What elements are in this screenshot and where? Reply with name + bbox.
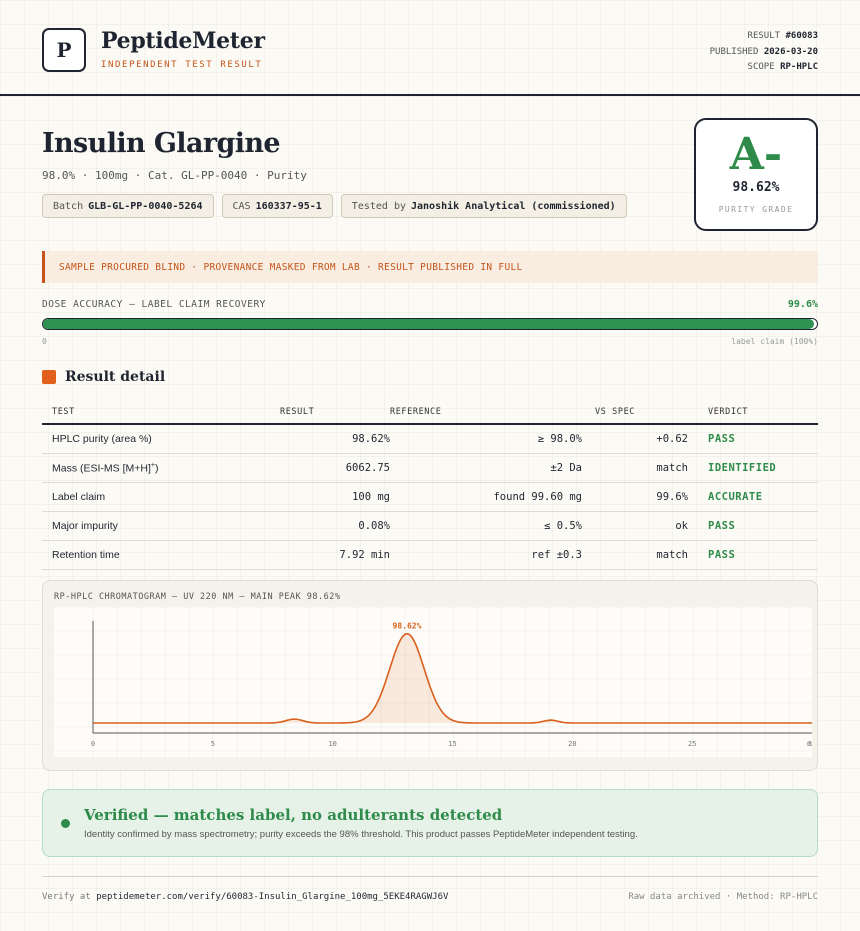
product-subtitle: 98.0% · 100mg · Cat. GL-PP-0040 · Purity <box>42 169 307 182</box>
cell-result: 0.08% <box>276 511 390 541</box>
x-tick-label: 20 <box>568 740 576 748</box>
cell-verdict: PASS <box>688 511 818 541</box>
info-chips: Batch GLB-GL-PP-0040-5264 CAS 160337-95-1 … <box>42 194 627 218</box>
result-id-line: RESULT #60083 <box>747 31 818 41</box>
cell-reference: ≥ 98.0% <box>390 424 582 454</box>
cell-reference: ref ±0.3 <box>390 540 582 570</box>
x-tick-label: 0 <box>91 740 95 748</box>
brand-name: PeptideMeter <box>101 28 265 54</box>
col-header-vs-spec: VS SPEC <box>582 400 688 425</box>
cell-test: Major impurity <box>42 511 276 541</box>
results-table: TEST RESULT REFERENCE VS SPEC VERDICT HP… <box>42 400 818 570</box>
dose-progress-bar <box>42 318 818 330</box>
dose-bar-min-label: 0 <box>42 337 47 346</box>
cell-test: Mass (ESI-MS [M+H]+) <box>42 453 276 483</box>
cas-chip: CAS 160337-95-1 <box>221 194 333 218</box>
verify-link-line: Verify at peptidemeter.com/verify/60083-… <box>42 892 449 902</box>
verify-url-link[interactable]: peptidemeter.com/verify/60083-Insulin_Gl… <box>96 892 448 902</box>
x-tick-label: 5 <box>211 740 215 748</box>
table-row: HPLC purity (area %) 98.62% ≥ 98.0% +0.6… <box>42 424 818 454</box>
verified-status-icon <box>61 819 70 828</box>
cell-result: 100 mg <box>276 482 390 512</box>
table-row: Label claim 100 mg found 99.60 mg 99.6% … <box>42 482 818 512</box>
chromatogram-title: RP-HPLC CHROMATOGRAM — UV 220 NM — MAIN … <box>54 592 341 602</box>
table-row: Retention time 7.92 min ref ±0.3 match P… <box>42 540 818 570</box>
cell-test: HPLC purity (area %) <box>42 424 276 454</box>
dose-accuracy-label: DOSE ACCURACY — LABEL CLAIM RECOVERY <box>42 299 266 310</box>
x-tick-label: 10 <box>328 740 336 748</box>
grade-percent: 98.62% <box>732 180 780 195</box>
verified-banner: Verified — matches label, no adulterants… <box>42 789 818 857</box>
dose-bar-max-label: label claim (100%) <box>731 337 818 346</box>
cell-vs-spec: +0.62 <box>582 424 688 454</box>
table-row: Major impurity 0.08% ≤ 0.5% ok PASS <box>42 511 818 541</box>
cell-result: 7.92 min <box>276 540 390 570</box>
batch-chip: Batch GLB-GL-PP-0040-5264 <box>42 194 214 218</box>
section-marker-icon <box>42 370 56 384</box>
footer-method-note: Raw data archived · Method: RP-HPLC <box>628 892 818 902</box>
report-header: P PeptideMeter INDEPENDENT TEST RESULT R… <box>0 0 860 96</box>
verified-description: Identity confirmed by mass spectrometry;… <box>84 829 638 840</box>
cell-vs-spec: match <box>582 540 688 570</box>
cell-vs-spec: 99.6% <box>582 482 688 512</box>
main-peak-label: 98.62% <box>393 622 422 631</box>
footer-divider <box>42 876 818 877</box>
table-row: Mass (ESI-MS [M+H]+) 6062.75 ±2 Da match… <box>42 453 818 483</box>
brand-logo: P <box>42 28 86 72</box>
cell-reference: found 99.60 mg <box>390 482 582 512</box>
purity-grade-badge: A- 98.62% PURITY GRADE <box>694 118 818 231</box>
x-tick-label: 25 <box>688 740 696 748</box>
table-header-row: TEST RESULT REFERENCE VS SPEC VERDICT <box>42 400 818 425</box>
cell-verdict: IDENTIFIED <box>688 453 818 483</box>
published-line: PUBLISHED 2026-03-20 <box>709 46 818 57</box>
col-header-result: RESULT <box>276 400 390 425</box>
cell-reference: ±2 Da <box>390 453 582 483</box>
scope-line: SCOPE RP-HPLC <box>747 62 818 72</box>
chart-plot-background <box>54 607 812 757</box>
chromatogram-chart: 98.62% 051015202530min <box>54 607 812 757</box>
col-header-verdict: VERDICT <box>688 400 818 425</box>
col-header-reference: REFERENCE <box>390 400 582 425</box>
cell-test: Label claim <box>42 482 276 512</box>
verified-title: Verified — matches label, no adulterants… <box>84 806 503 824</box>
cell-verdict: PASS <box>688 540 818 570</box>
cell-vs-spec: ok <box>582 511 688 541</box>
cell-verdict: PASS <box>688 424 818 454</box>
dose-accuracy-value: 99.6% <box>787 299 818 310</box>
cell-result: 98.62% <box>276 424 390 454</box>
chromatogram-panel: RP-HPLC CHROMATOGRAM — UV 220 NM — MAIN … <box>42 580 818 771</box>
grade-label: PURITY GRADE <box>718 205 794 214</box>
x-tick-label: 15 <box>448 740 456 748</box>
col-header-test: TEST <box>42 400 276 425</box>
x-axis-unit-label: min <box>807 740 812 748</box>
result-meta: RESULT #60083 PUBLISHED 2026-03-20 SCOPE… <box>710 29 818 76</box>
brand-tagline: INDEPENDENT TEST RESULT <box>101 60 263 70</box>
cell-reference: ≤ 0.5% <box>390 511 582 541</box>
tested-by-chip: Tested by Janoshik Analytical (commission… <box>340 194 627 218</box>
cell-verdict: ACCURATE <box>688 482 818 512</box>
product-title: Insulin Glargine <box>42 128 281 159</box>
dose-progress-fill <box>43 319 814 329</box>
grade-letter: A- <box>729 129 783 180</box>
cell-vs-spec: match <box>582 453 688 483</box>
cell-result: 6062.75 <box>276 453 390 483</box>
cell-test: Retention time <box>42 540 276 570</box>
section-title: Result detail <box>65 369 166 385</box>
procurement-notice: SAMPLE PROCURED BLIND · PROVENANCE MASKE… <box>42 251 818 283</box>
